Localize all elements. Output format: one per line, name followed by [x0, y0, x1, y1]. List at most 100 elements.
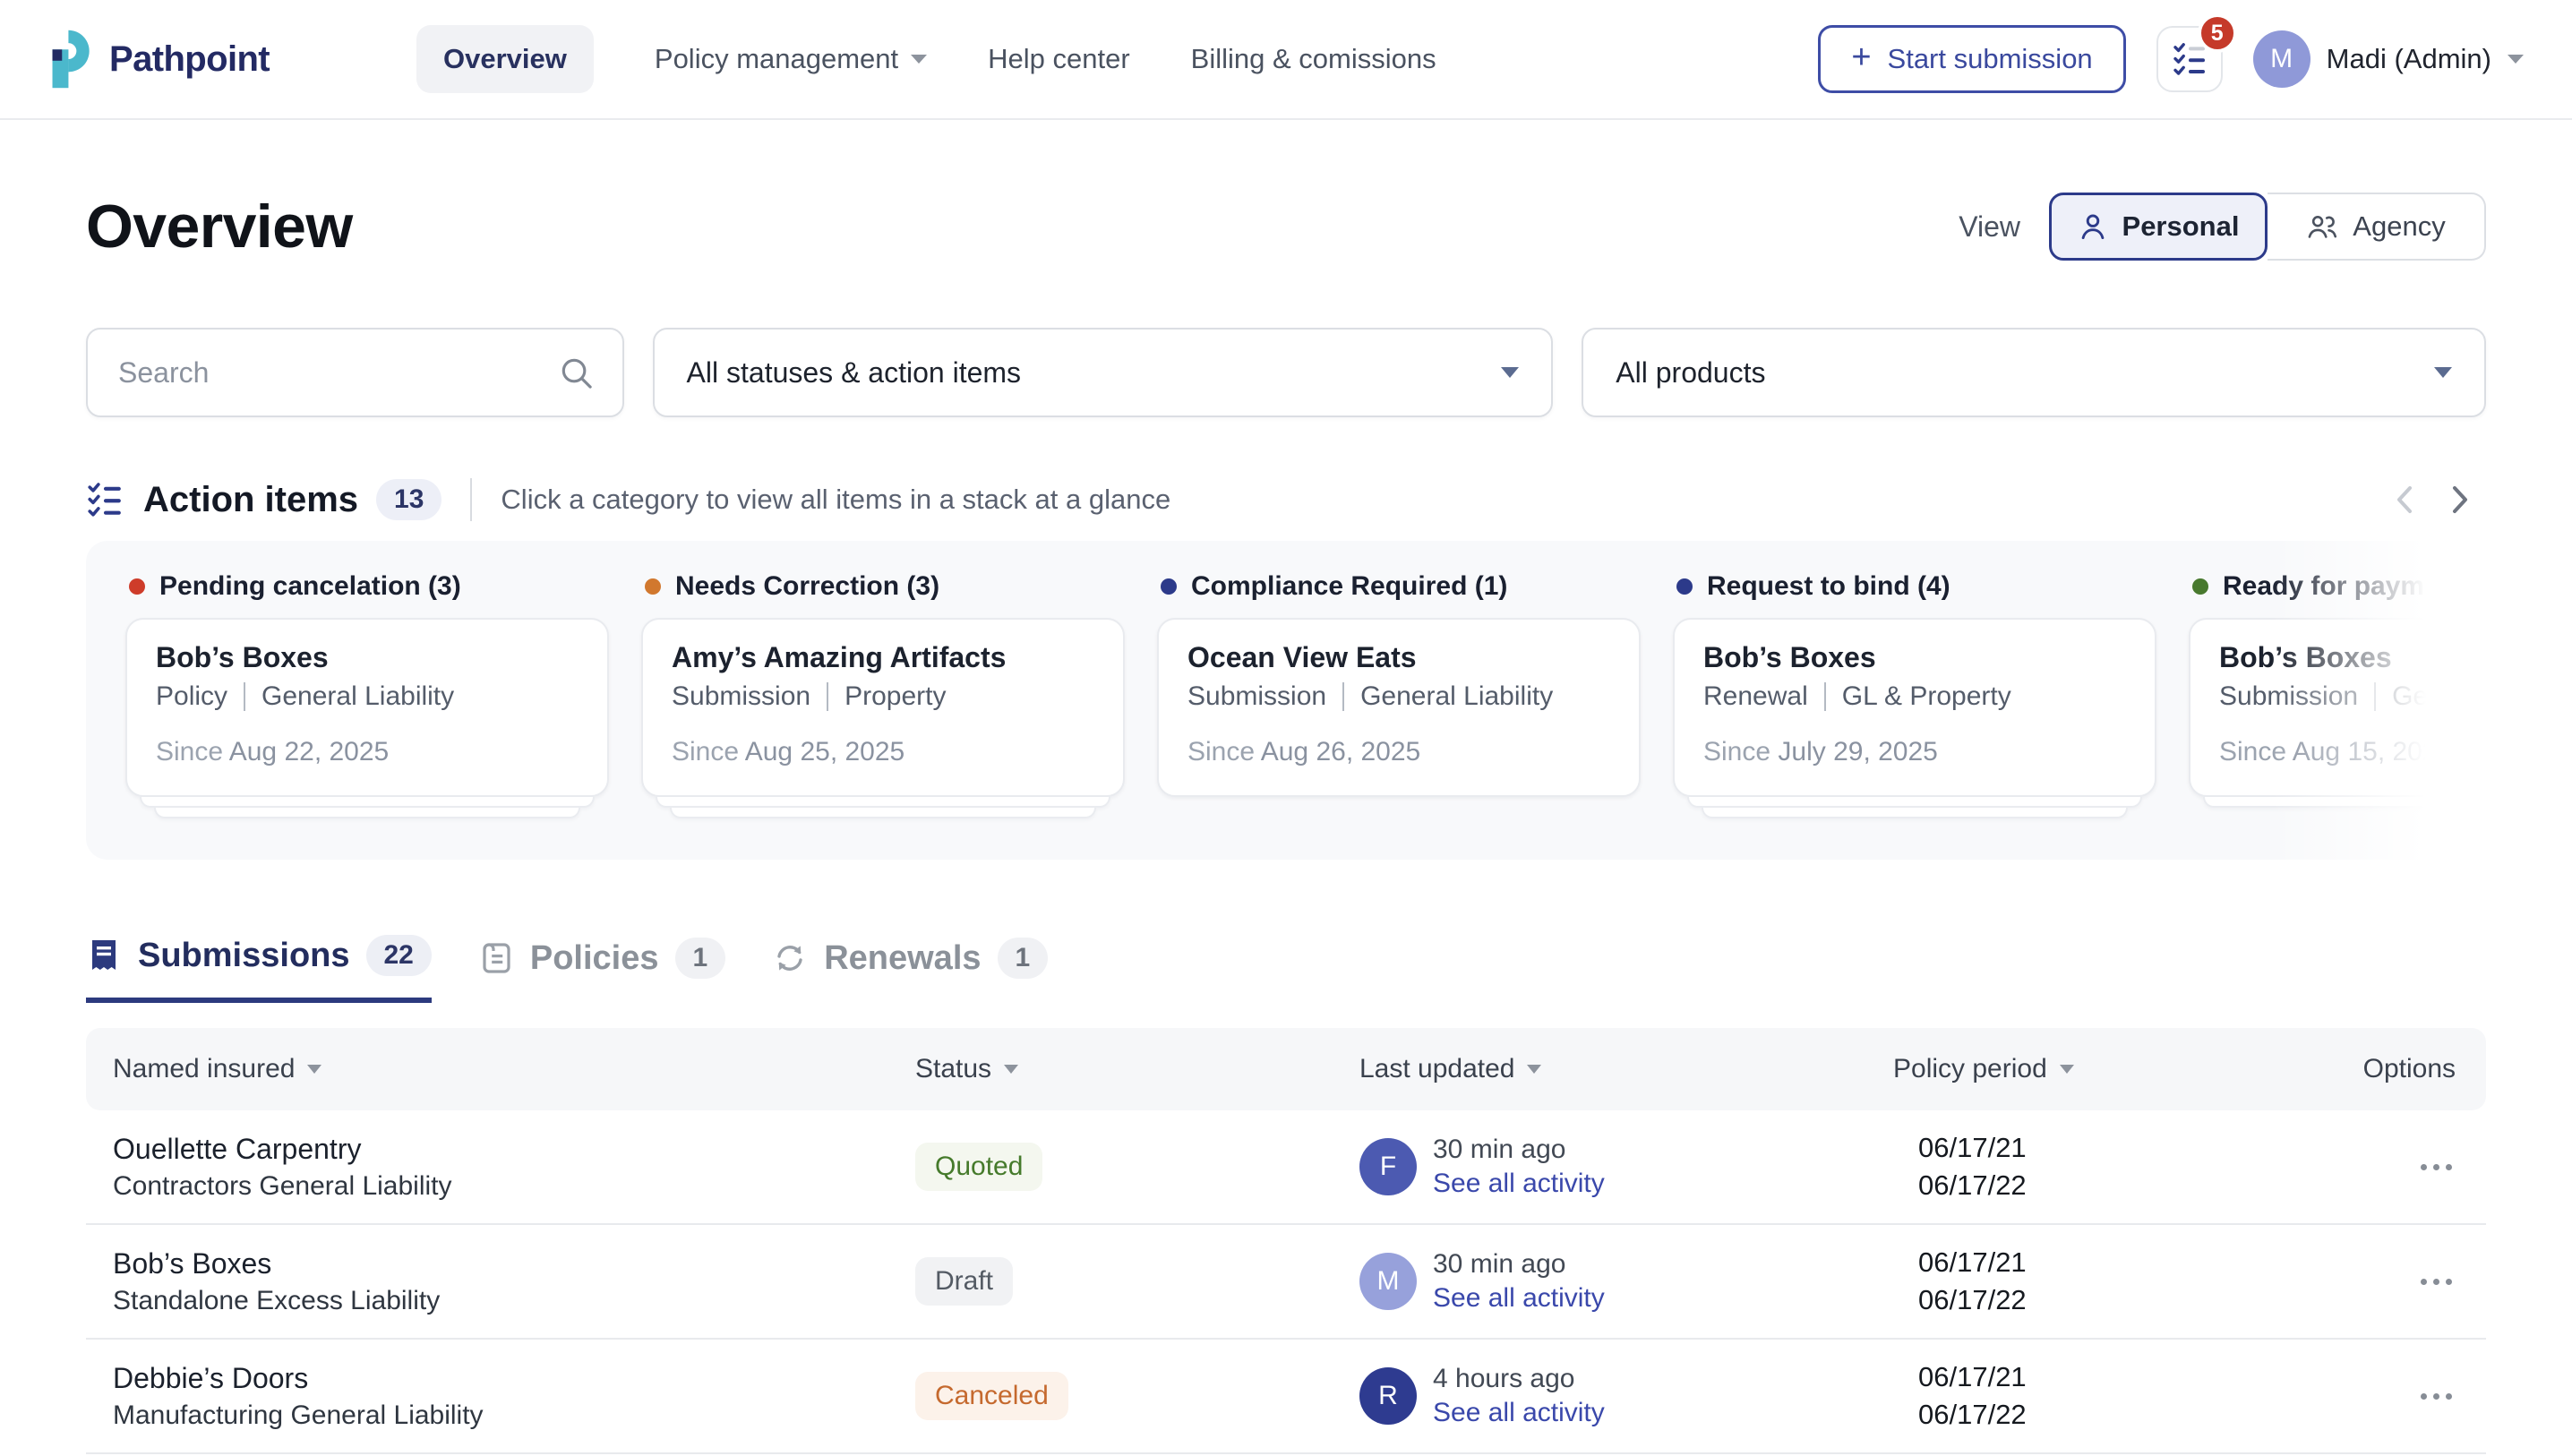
see-all-activity-link[interactable]: See all activity	[1433, 1398, 1605, 1428]
chevron-down-icon	[2508, 55, 2524, 64]
tab-count-badge: 1	[675, 938, 726, 979]
card-type: Submission	[672, 681, 810, 712]
page-title: Overview	[86, 192, 353, 261]
chevron-left-icon	[2386, 480, 2425, 519]
insured-name: Debbie’s Doors	[113, 1362, 915, 1395]
card-product: General Liability	[261, 681, 454, 712]
column-policy-period[interactable]: Policy period	[1893, 1054, 2361, 1084]
card-stack-edge	[670, 808, 1096, 818]
divider	[244, 682, 245, 711]
sort-caret-icon	[307, 1065, 322, 1074]
start-submission-button[interactable]: + Start submission	[1818, 25, 2125, 93]
product-filter-select[interactable]: All products	[1582, 328, 2486, 417]
plus-icon: +	[1851, 40, 1871, 74]
table-row[interactable]: Bob’s Boxes Standalone Excess Liability …	[86, 1225, 2486, 1340]
tabs: Submissions 22 Policies 1	[86, 935, 2486, 1003]
action-item-card[interactable]: Bob’s Boxes Policy General Liability Sin…	[125, 618, 609, 797]
pathpoint-logo[interactable]: Pathpoint	[48, 29, 270, 90]
user-menu[interactable]: M Madi (Admin)	[2253, 30, 2524, 88]
status-badge: Canceled	[915, 1372, 1068, 1420]
view-agency-button[interactable]: Agency	[2268, 193, 2486, 261]
start-submission-label: Start submission	[1888, 43, 2093, 75]
category-label-compliance-required[interactable]: Compliance Required (1)	[1157, 571, 1641, 602]
card-insured-name: Ocean View Eats	[1187, 641, 1610, 674]
tab-count-badge: 22	[366, 935, 432, 976]
action-item-card[interactable]: Amy’s Amazing Artifacts Submission Prope…	[641, 618, 1125, 797]
period-start: 06/17/21	[1918, 1129, 2361, 1167]
insured-product: Contractors General Liability	[113, 1171, 915, 1202]
period-start: 06/17/21	[1918, 1244, 2361, 1281]
category-column: Compliance Required (1) Ocean View Eats …	[1157, 571, 1641, 860]
status-filter-select[interactable]: All statuses & action items	[653, 328, 1554, 417]
status-badge: Draft	[915, 1257, 1013, 1306]
card-product: General Liability	[1360, 681, 1553, 712]
nav-item-overview[interactable]: Overview	[416, 25, 594, 93]
carousel-next-button[interactable]	[2432, 473, 2486, 527]
table-row[interactable]: Debbie’s Doors Manufacturing General Lia…	[86, 1340, 2486, 1454]
category-column: Needs Correction (3) Amy’s Amazing Artif…	[641, 571, 1125, 860]
action-items-count: 13	[376, 479, 442, 520]
action-items-tray-button[interactable]: 5	[2156, 26, 2223, 92]
category-label-request-to-bind[interactable]: Request to bind (4)	[1673, 571, 2156, 602]
status-dot	[1161, 578, 1177, 595]
tab-renewals[interactable]: Renewals 1	[772, 935, 1048, 1003]
category-column: Pending cancelation (3) Bob’s Boxes Poli…	[125, 571, 609, 860]
card-stack-edge	[140, 797, 595, 808]
view-personal-label: Personal	[2122, 210, 2240, 243]
action-item-card[interactable]: Bob’s Boxes Renewal GL & Property Since …	[1673, 618, 2156, 797]
card-insured-name: Amy’s Amazing Artifacts	[672, 641, 1094, 674]
status-badge: Quoted	[915, 1143, 1042, 1191]
chevron-down-icon	[911, 55, 927, 64]
column-options: Options	[2363, 1054, 2486, 1084]
card-stack-edge	[154, 808, 580, 818]
carousel-edge-fade	[2271, 541, 2486, 860]
search-input[interactable]	[88, 356, 622, 390]
person-icon	[2078, 211, 2108, 242]
people-icon	[2306, 211, 2338, 242]
table-row[interactable]: Ouellette Carpentry Contractors General …	[86, 1110, 2486, 1225]
avatar: R	[1359, 1367, 1417, 1425]
nav-item-billing-comissions[interactable]: Billing & comissions	[1191, 43, 1436, 75]
checklist-icon	[86, 481, 124, 518]
card-type: Submission	[1187, 681, 1326, 712]
nav-item-policy-management[interactable]: Policy management	[655, 43, 927, 75]
row-options-button[interactable]	[2421, 1164, 2452, 1170]
card-insured-name: Bob’s Boxes	[1703, 641, 2126, 674]
view-label: View	[1959, 210, 2020, 244]
see-all-activity-link[interactable]: See all activity	[1433, 1283, 1605, 1314]
insured-product: Standalone Excess Liability	[113, 1286, 915, 1316]
divider	[1342, 682, 1344, 711]
receipt-icon	[86, 938, 122, 973]
column-status[interactable]: Status	[915, 1054, 1359, 1084]
view-personal-button[interactable]: Personal	[2049, 193, 2268, 261]
nav-item-help-center[interactable]: Help center	[988, 43, 1130, 75]
row-options-button[interactable]	[2421, 1393, 2452, 1400]
status-dot	[645, 578, 661, 595]
period-end: 06/17/22	[1918, 1396, 2361, 1434]
period-end: 06/17/22	[1918, 1167, 2361, 1204]
updated-time: 30 min ago	[1433, 1249, 1605, 1280]
scroll-icon	[478, 940, 514, 976]
table-header: Named insured Status Last updated Policy…	[86, 1028, 2486, 1110]
divider	[827, 682, 828, 711]
column-named-insured[interactable]: Named insured	[86, 1054, 915, 1084]
carousel-prev-button[interactable]	[2379, 473, 2432, 527]
card-stack-edge	[1702, 808, 2128, 818]
tab-policies[interactable]: Policies 1	[478, 935, 725, 1003]
row-options-button[interactable]	[2421, 1279, 2452, 1285]
see-all-activity-link[interactable]: See all activity	[1433, 1169, 1605, 1199]
column-last-updated[interactable]: Last updated	[1359, 1054, 1893, 1084]
main-nav: Overview Policy management Help center B…	[416, 25, 1436, 93]
updated-time: 4 hours ago	[1433, 1364, 1605, 1394]
sort-caret-icon	[1004, 1065, 1018, 1074]
action-item-card[interactable]: Ocean View Eats Submission General Liabi…	[1157, 618, 1641, 797]
chevron-right-icon	[2439, 480, 2479, 519]
nav-item-label: Policy management	[655, 43, 898, 75]
notification-badge: 5	[2198, 13, 2237, 53]
search-field	[86, 328, 624, 417]
pathpoint-logo-icon	[48, 29, 95, 90]
category-label-pending-cancelation[interactable]: Pending cancelation (3)	[125, 571, 609, 602]
tab-submissions[interactable]: Submissions 22	[86, 935, 432, 1003]
category-label-needs-correction[interactable]: Needs Correction (3)	[641, 571, 1125, 602]
divider	[470, 478, 472, 521]
